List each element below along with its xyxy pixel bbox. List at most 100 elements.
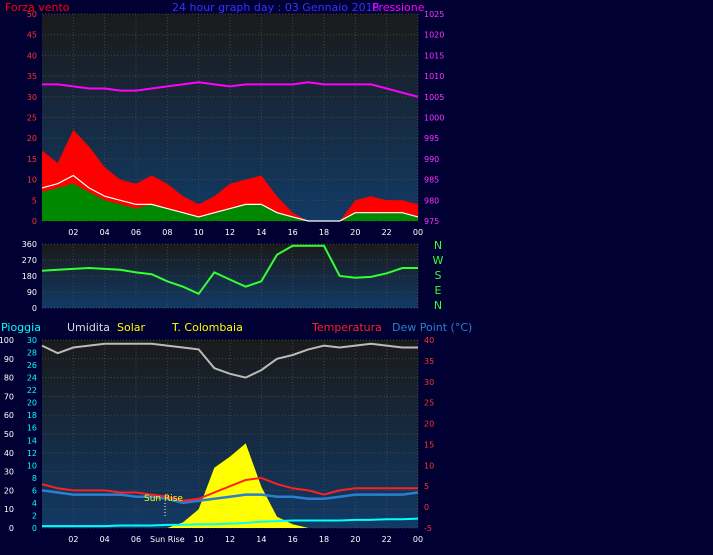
temperature-title: Temperatura: [311, 321, 382, 334]
temperature-y-tick: 5: [424, 482, 429, 491]
rain-title: Pioggia: [1, 321, 41, 334]
direction-y-tick: 90: [27, 288, 37, 297]
temperature-y-tick: 30: [424, 378, 434, 387]
temperature-y-tick: 15: [424, 440, 434, 449]
env-x-tick: 22: [382, 535, 392, 544]
wind-y-tick: 15: [27, 155, 37, 164]
wind-y-tick: 40: [27, 51, 37, 60]
env-x-tick: 04: [100, 535, 110, 544]
pressure-y-tick: 980: [424, 196, 439, 205]
wind-x-axis: 02 04 06 08 10 12 14 16 18 20 22 00: [68, 228, 423, 237]
graph-title: 24 hour graph day : 03 Gennaio 2016: [172, 1, 380, 14]
pressure-y-tick: 1025: [424, 10, 444, 19]
env-x-tick: 12: [225, 535, 235, 544]
wind-x-tick: 18: [319, 228, 329, 237]
rain-y-tick: 12: [27, 449, 37, 458]
humidity-y-axis: 0 10 20 30 40 50 60 70 80 90 100: [0, 336, 14, 533]
pressure-y-tick: 1005: [424, 93, 444, 102]
wind-x-tick: 12: [225, 228, 235, 237]
rain-y-tick: 30: [27, 336, 37, 345]
location-title: T. Colombaia: [171, 321, 243, 334]
wind-title: Forza vento: [5, 1, 70, 14]
wind-x-tick: 10: [194, 228, 204, 237]
wind-x-tick: 08: [162, 228, 172, 237]
humidity-y-tick: 40: [4, 449, 14, 458]
wind-x-tick: 14: [256, 228, 266, 237]
humidity-y-tick: 30: [4, 468, 14, 477]
humidity-title: Umidita: [67, 321, 110, 334]
rain-y-tick: 4: [32, 499, 37, 508]
pressure-y-tick: 990: [424, 155, 439, 164]
sun-rise-label: Sun Rise: [144, 494, 183, 504]
pressure-y-tick: 1010: [424, 72, 444, 81]
temperature-y-tick: 0: [424, 503, 429, 512]
wind-y-tick: 0: [32, 217, 37, 226]
pressure-y-tick: 975: [424, 217, 439, 226]
direction-y-tick: 0: [32, 304, 37, 313]
pressure-y-axis: 975 980 985 990 995 1000 1005 1010 1015 1020 1025: [424, 10, 444, 226]
rain-y-tick: 20: [27, 399, 37, 408]
env-x-tick: 20: [350, 535, 360, 544]
temperature-y-tick: -5: [424, 524, 432, 533]
wind-y-tick: 25: [27, 114, 37, 123]
compass-letter: N: [434, 299, 442, 312]
direction-y-tick: 180: [22, 272, 37, 281]
compass-letter: W: [433, 254, 444, 267]
wind-x-tick: 00: [413, 228, 423, 237]
env-x-tick: 14: [256, 535, 266, 544]
wind-direction-chart: 0 90 180 270 360 NWSEN: [22, 239, 444, 313]
rain-y-tick: 24: [27, 374, 37, 383]
temperature-y-tick: 10: [424, 461, 434, 470]
humidity-y-tick: 50: [4, 430, 14, 439]
wind-y-tick: 10: [27, 176, 37, 185]
env-x-tick: 02: [68, 535, 78, 544]
wind-y-tick: 35: [27, 72, 37, 81]
wind-x-tick: 02: [68, 228, 78, 237]
humidity-y-tick: 60: [4, 411, 14, 420]
rain-y-tick: 10: [27, 461, 37, 470]
rain-y-tick: 6: [32, 486, 37, 495]
temperature-y-tick: 40: [424, 336, 434, 345]
wind-y-tick: 20: [27, 134, 37, 143]
direction-y-tick: 270: [22, 256, 37, 265]
temperature-humidity-chart: 024681012141618202224262830 010203040506…: [0, 336, 434, 544]
direction-y-axis: 0 90 180 270 360: [22, 240, 37, 313]
pressure-y-tick: 1015: [424, 51, 444, 60]
compass-labels: NWSEN: [433, 239, 444, 312]
humidity-y-tick: 80: [4, 374, 14, 383]
env-x-tick: 00: [413, 535, 423, 544]
direction-y-tick: 360: [22, 240, 37, 249]
wind-x-tick: 16: [288, 228, 298, 237]
wind-x-tick: 22: [382, 228, 392, 237]
pressure-y-tick: 1020: [424, 31, 444, 40]
compass-letter: N: [434, 239, 442, 252]
rain-y-tick: 28: [27, 349, 37, 358]
temperature-y-tick: 25: [424, 399, 434, 408]
weather-graphs: Forza vento 24 hour graph day : 03 Genna…: [0, 0, 713, 555]
pressure-y-tick: 995: [424, 134, 439, 143]
rain-y-tick: 26: [27, 361, 37, 370]
wind-y-tick: 50: [27, 10, 37, 19]
humidity-y-tick: 100: [0, 336, 14, 345]
wind-y-axis: 0 5 10 15 20 25 30 35 40 45 50: [27, 10, 37, 226]
wind-y-tick: 5: [32, 196, 37, 205]
rain-y-tick: 16: [27, 424, 37, 433]
pressure-title: Pressione: [372, 1, 425, 14]
humidity-y-tick: 10: [4, 505, 14, 514]
humidity-y-tick: 70: [4, 392, 14, 401]
wind-x-tick: 04: [100, 228, 110, 237]
wind-pressure-chart: 05101520253035404550 9759809859909951000…: [27, 10, 445, 237]
wind-x-tick: 20: [350, 228, 360, 237]
rain-y-tick: 18: [27, 411, 37, 420]
temperature-y-tick: 35: [424, 357, 434, 366]
wind-y-tick: 30: [27, 93, 37, 102]
compass-letter: E: [435, 284, 442, 297]
solar-title: Solar: [117, 321, 146, 334]
pressure-y-tick: 985: [424, 176, 439, 185]
rain-y-tick: 2: [32, 511, 37, 520]
env-x-axis: 02 04 06 Sun Rise 10 12 14 16 18 20 22 00: [68, 535, 423, 544]
wind-y-tick: 45: [27, 31, 37, 40]
env-x-tick: Sun Rise: [150, 535, 185, 544]
env-x-tick: 16: [288, 535, 298, 544]
pressure-y-tick: 1000: [424, 114, 444, 123]
